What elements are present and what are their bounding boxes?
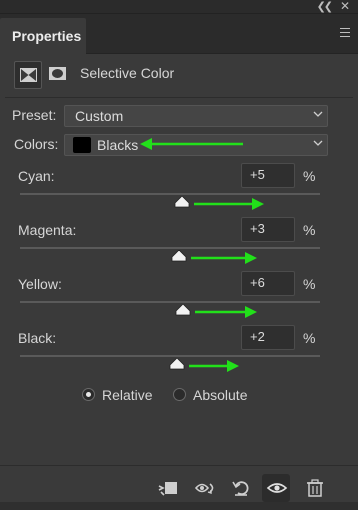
collapse-panel-icon[interactable]: ❮❮ [317,0,334,13]
yellow-value: +6 [250,275,265,290]
reset-button[interactable] [226,474,254,502]
clip-to-layer-button[interactable] [153,474,181,502]
black-slider-thumb[interactable] [169,358,185,370]
view-previous-state-button[interactable] [190,474,218,502]
panel-bottom-edge [0,502,358,510]
cyan-slider-thumb[interactable] [174,196,190,208]
cyan-unit: % [303,168,316,184]
magenta-unit: % [303,222,316,238]
magenta-value: +3 [250,221,265,236]
tab-properties-label: Properties [12,28,82,44]
black-label: Black: [18,330,57,346]
annotation-arrow-right-icon [190,252,257,264]
clip-to-layer-icon [158,482,177,496]
reset-icon [232,481,249,496]
black-value: +2 [250,329,265,344]
absolute-radio[interactable] [173,388,186,401]
colors-label: Colors: [14,136,59,152]
view-previous-state-icon [194,483,214,494]
visibility-button[interactable] [262,474,290,502]
preset-dropdown[interactable]: Custom [64,105,328,127]
trash-icon [307,479,323,497]
color-swatch [73,137,91,153]
absolute-label: Absolute [193,387,248,403]
magenta-label: Magenta: [18,222,77,238]
magenta-slider-thumb[interactable] [171,250,187,262]
colors-value: Blacks [97,137,139,153]
adjustment-icon[interactable] [14,61,42,89]
relative-radio[interactable] [82,388,95,401]
relative-label: Relative [102,387,153,403]
yellow-slider-thumb[interactable] [175,304,191,316]
annotation-arrow-right-icon [193,198,264,210]
layer-mask-icon[interactable] [47,64,69,84]
tab-properties[interactable]: Properties [0,18,86,54]
close-panel-icon[interactable]: ✕ [340,0,350,13]
cyan-value-field[interactable]: +5 [241,163,295,188]
annotation-arrow-right-icon [189,360,239,372]
adjustment-title: Selective Color [80,65,175,81]
adjustment-header: Selective Color [0,55,358,94]
visibility-icon [266,483,288,493]
preset-label: Preset: [12,107,57,123]
divider [5,97,353,98]
black-unit: % [303,330,316,346]
selective-color-icon [20,68,37,82]
yellow-unit: % [303,276,316,292]
magenta-slider-track[interactable] [20,247,320,249]
cyan-slider-track[interactable] [20,193,320,195]
delete-button[interactable] [300,474,328,502]
cyan-label: Cyan: [18,168,55,184]
panel-titlebar: ❮❮ ✕ [0,0,358,14]
black-slider-track[interactable] [20,355,320,357]
chevron-down-icon [313,140,323,146]
preset-value: Custom [75,108,124,124]
annotation-arrow-left-icon [140,138,243,150]
black-value-field[interactable]: +2 [241,325,295,350]
chevron-down-icon [313,111,323,117]
panel-menu-icon[interactable] [340,28,350,37]
annotation-arrow-right-icon [195,306,257,318]
yellow-label: Yellow: [18,276,62,292]
yellow-value-field[interactable]: +6 [241,271,295,296]
magenta-value-field[interactable]: +3 [241,217,295,242]
tab-bar: Properties [0,14,358,54]
yellow-slider-track[interactable] [20,301,320,303]
cyan-value: +5 [250,167,265,182]
